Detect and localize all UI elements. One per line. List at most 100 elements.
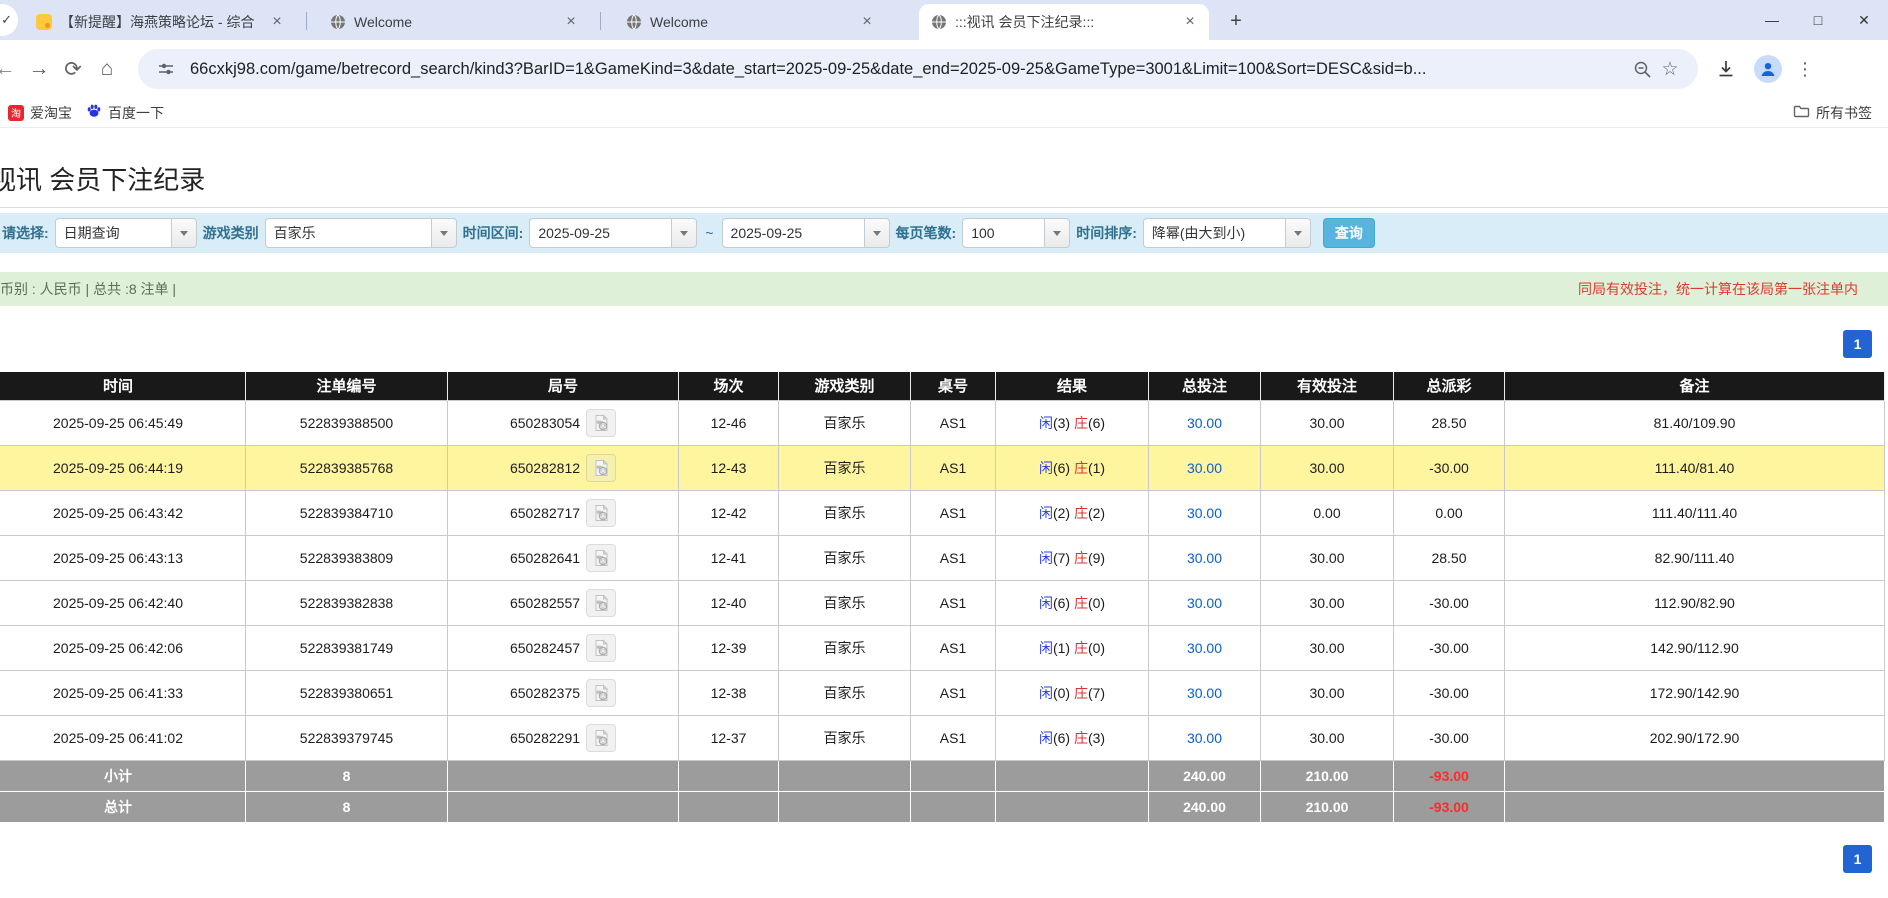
session-cell: 12-41 <box>679 535 779 580</box>
new-tab-button[interactable]: + <box>1222 8 1250 36</box>
result-banker-label: 庄 <box>1074 730 1088 746</box>
tab-close-icon[interactable]: × <box>268 13 286 31</box>
date-start-value[interactable]: 2025-09-25 <box>529 218 671 248</box>
video-replay-icon[interactable] <box>586 454 616 482</box>
tab-close-icon[interactable]: × <box>562 13 580 31</box>
valid-bet-cell: 30.00 <box>1261 580 1394 625</box>
tab-forum[interactable]: 【新提醒】海燕策略论坛 - 综合 × <box>24 4 296 40</box>
total-bet-cell: 30.00 <box>1149 715 1261 760</box>
result-banker-label: 庄 <box>1074 595 1088 611</box>
video-replay-icon[interactable] <box>586 499 616 527</box>
footer-empty-cell <box>779 760 911 791</box>
sort-label: 时间排序: <box>1076 223 1137 243</box>
profile-avatar[interactable] <box>1754 55 1782 83</box>
session-cell: 12-37 <box>679 715 779 760</box>
all-bookmarks-label: 所有书签 <box>1816 103 1872 123</box>
reload-button[interactable]: ⟳ <box>56 52 90 86</box>
url-text[interactable]: 66cxkj98.com/game/betrecord_search/kind3… <box>190 60 1628 79</box>
time-cell: 2025-09-25 06:41:02 <box>0 715 246 760</box>
minimize-button[interactable]: — <box>1762 12 1782 28</box>
chevron-down-icon[interactable] <box>171 218 197 248</box>
chevron-down-icon[interactable] <box>1285 218 1311 248</box>
chevron-down-icon[interactable] <box>671 218 697 248</box>
time-cell: 2025-09-25 06:42:40 <box>0 580 246 625</box>
total-bet-cell: 30.00 <box>1149 625 1261 670</box>
site-info-icon[interactable] <box>152 55 180 83</box>
address-bar[interactable]: 66cxkj98.com/game/betrecord_search/kind3… <box>138 49 1698 89</box>
sort-value[interactable]: 降幂(由大到小) <box>1143 218 1285 248</box>
browser-window: ✓ 【新提醒】海燕策略论坛 - 综合 × Welcome × Welcome × <box>0 0 1888 898</box>
valid-bet-cell: 30.00 <box>1261 715 1394 760</box>
footer-empty-cell <box>779 791 911 822</box>
result-player-label: 闲 <box>1039 730 1053 746</box>
table-number-cell: AS1 <box>911 670 996 715</box>
video-replay-icon[interactable] <box>586 589 616 617</box>
note-cell: 172.90/142.90 <box>1505 670 1885 715</box>
result-player-label: 闲 <box>1039 505 1053 521</box>
tab-welcome-2[interactable]: Welcome × <box>614 4 886 40</box>
date-end-value[interactable]: 2025-09-25 <box>722 218 864 248</box>
result-cell: 闲(6) 庄(1) <box>996 445 1149 490</box>
table-number-cell: AS1 <box>911 400 996 445</box>
pagination-button-top[interactable]: 1 <box>1843 330 1872 358</box>
video-replay-icon[interactable] <box>586 679 616 707</box>
pagination-button-bottom[interactable]: 1 <box>1843 845 1872 873</box>
total-bet-link[interactable]: 30.00 <box>1187 730 1222 746</box>
page-content: 视讯 会员下注纪录 请选择: 日期查询 游戏类别 百家乐 时间区间: 2025-… <box>0 128 1888 898</box>
round-id-text: 650282641 <box>510 550 580 566</box>
result-banker-label: 庄 <box>1074 415 1088 431</box>
menu-kebab-icon[interactable]: ⋮ <box>1796 59 1812 80</box>
search-button[interactable]: 查询 <box>1323 218 1375 248</box>
home-button[interactable]: ⌂ <box>90 52 124 86</box>
total-bet-cell: 30.00 <box>1149 445 1261 490</box>
all-bookmarks[interactable]: 所有书签 <box>1793 103 1872 123</box>
column-header: 总投注 <box>1149 372 1261 400</box>
bookmark-star-icon[interactable]: ☆ <box>1656 55 1684 83</box>
chevron-down-icon[interactable] <box>431 218 457 248</box>
bookmark-label: 爱淘宝 <box>30 103 72 123</box>
tab-close-icon[interactable]: × <box>858 13 876 31</box>
video-replay-icon[interactable] <box>586 409 616 437</box>
total-bet-link[interactable]: 30.00 <box>1187 685 1222 701</box>
tab-separator <box>306 12 307 30</box>
column-header: 有效投注 <box>1261 372 1394 400</box>
video-replay-icon[interactable] <box>586 724 616 752</box>
total-bet-link[interactable]: 30.00 <box>1187 550 1222 566</box>
page-size-value[interactable]: 100 <box>962 218 1044 248</box>
total-bet-link[interactable]: 30.00 <box>1187 595 1222 611</box>
download-icon[interactable] <box>1712 55 1740 83</box>
summary-note-text: 同局有效投注，统一计算在该局第一张注单内 <box>1578 279 1858 299</box>
result-banker-label: 庄 <box>1074 550 1088 566</box>
round-id-cell: 650282717 <box>448 490 679 535</box>
total-bet-link[interactable]: 30.00 <box>1187 460 1222 476</box>
tab-welcome-1[interactable]: Welcome × <box>318 4 590 40</box>
game-type-cell: 百家乐 <box>779 580 911 625</box>
chevron-down-icon[interactable] <box>1044 218 1070 248</box>
query-type-value[interactable]: 日期查询 <box>55 218 171 248</box>
close-button[interactable]: ✕ <box>1854 12 1874 29</box>
column-header: 桌号 <box>911 372 996 400</box>
game-type-cell: 百家乐 <box>779 715 911 760</box>
note-cell: 202.90/172.90 <box>1505 715 1885 760</box>
bookmark-taobao[interactable]: 淘 爱淘宝 <box>14 103 72 123</box>
tab-close-icon[interactable]: × <box>1181 13 1199 31</box>
table-row: 2025-09-25 06:41:02522839379745650282291… <box>0 715 1885 760</box>
total-bet-link[interactable]: 30.00 <box>1187 505 1222 521</box>
back-button[interactable]: ← <box>0 52 22 86</box>
forward-button[interactable]: → <box>22 52 56 86</box>
video-replay-icon[interactable] <box>586 544 616 572</box>
game-type-cell: 百家乐 <box>779 535 911 580</box>
window-edge-pill[interactable]: ✓ <box>0 4 18 36</box>
game-type-cell: 百家乐 <box>779 490 911 535</box>
total-bet-link[interactable]: 30.00 <box>1187 640 1222 656</box>
total-bet-link[interactable]: 30.00 <box>1187 415 1222 431</box>
zoom-out-icon[interactable] <box>1628 55 1656 83</box>
bookmark-baidu[interactable]: 百度一下 <box>86 103 164 123</box>
game-type-value[interactable]: 百家乐 <box>265 218 431 248</box>
maximize-button[interactable]: □ <box>1808 12 1828 28</box>
page-title: 视讯 会员下注纪录 <box>0 160 205 197</box>
video-replay-icon[interactable] <box>586 634 616 662</box>
result-player-label: 闲 <box>1039 640 1053 656</box>
chevron-down-icon[interactable] <box>864 218 890 248</box>
tab-bet-records-active[interactable]: :::视讯 会员下注纪录::: × <box>919 4 1209 40</box>
